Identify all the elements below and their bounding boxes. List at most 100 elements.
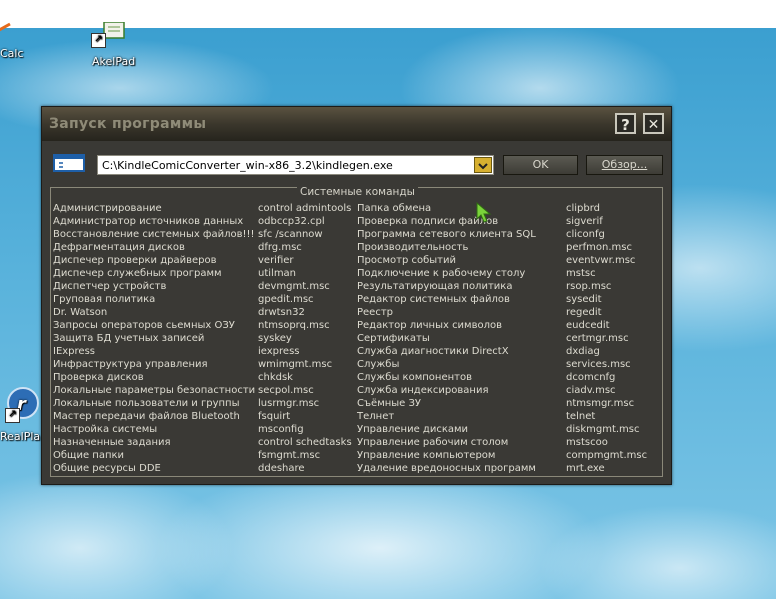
list-item[interactable]: Управление компьютером: [357, 449, 536, 462]
list-item[interactable]: Управление дисками: [357, 423, 536, 436]
list-item[interactable]: Общие папки: [53, 449, 255, 462]
list-item[interactable]: Диспечер служебных программ: [53, 267, 255, 280]
list-item[interactable]: rsop.msc: [566, 280, 647, 293]
run-program-icon: [52, 153, 86, 173]
list-item[interactable]: sigverif: [566, 215, 647, 228]
list-item[interactable]: sysedit: [566, 293, 647, 306]
list-item[interactable]: Проверка подписи файлов: [357, 215, 536, 228]
list-item[interactable]: Управление рабочим столом: [357, 436, 536, 449]
list-item[interactable]: chkdsk: [258, 371, 352, 384]
ok-button[interactable]: OK: [503, 155, 578, 175]
list-item[interactable]: Локальные параметры безопастности: [53, 384, 255, 397]
list-item[interactable]: mstsc: [566, 267, 647, 280]
list-item[interactable]: sfc /scannow: [258, 228, 352, 241]
list-item[interactable]: Результатирующая политика: [357, 280, 536, 293]
list-item[interactable]: perfmon.msc: [566, 241, 647, 254]
list-item[interactable]: Папка обмена: [357, 202, 536, 215]
command-combobox[interactable]: C:\KindleComicConverter_win-x86_3.2\kind…: [97, 155, 494, 175]
desktop-icon-label: Calc: [0, 47, 24, 60]
list-item[interactable]: Службы: [357, 358, 536, 371]
list-item[interactable]: Программа сетевого клиента SQL: [357, 228, 536, 241]
desktop-icon-realplayer[interactable]: r ↗ RealPla: [0, 384, 42, 444]
list-item[interactable]: wmimgmt.msc: [258, 358, 352, 371]
list-item[interactable]: Защита БД учетных записей: [53, 332, 255, 345]
list-item[interactable]: Телнет: [357, 410, 536, 423]
list-item[interactable]: cliconfg: [566, 228, 647, 241]
list-item[interactable]: drwtsn32: [258, 306, 352, 319]
list-item[interactable]: Реестр: [357, 306, 536, 319]
list-item[interactable]: diskmgmt.msc: [566, 423, 647, 436]
list-item[interactable]: syskey: [258, 332, 352, 345]
list-item[interactable]: Мастер передачи файлов Bluetooth: [53, 410, 255, 423]
list-item[interactable]: Общие ресурсы DDE: [53, 462, 255, 475]
list-item[interactable]: eudcedit: [566, 319, 647, 332]
list-item[interactable]: Локальные пользователи и группы: [53, 397, 255, 410]
list-item[interactable]: clipbrd: [566, 202, 647, 215]
command-input[interactable]: C:\KindleComicConverter_win-x86_3.2\kind…: [102, 159, 393, 172]
list-item[interactable]: ntmsoprq.msc: [258, 319, 352, 332]
list-item[interactable]: Службы компонентов: [357, 371, 536, 384]
list-item[interactable]: lusrmgr.msc: [258, 397, 352, 410]
list-item[interactable]: devmgmt.msc: [258, 280, 352, 293]
list-item[interactable]: odbccp32.cpl: [258, 215, 352, 228]
list-item[interactable]: Груповая политика: [53, 293, 255, 306]
desktop-icon-calc[interactable]: Calc: [0, 22, 40, 68]
list-item[interactable]: secpol.msc: [258, 384, 352, 397]
list-item[interactable]: Проверка дисков: [53, 371, 255, 384]
list-item[interactable]: Удаление вредоносных программ: [357, 462, 536, 475]
title-bar[interactable]: Запуск программы ? ✕: [42, 107, 671, 141]
desktop-icon-akelpad[interactable]: ↗ AkelPad: [86, 21, 146, 72]
list-item[interactable]: ddeshare: [258, 462, 352, 475]
help-button[interactable]: ?: [615, 113, 636, 134]
list-item[interactable]: ntmsmgr.msc: [566, 397, 647, 410]
chevron-down-icon[interactable]: [474, 157, 492, 173]
list-item[interactable]: Запросы операторов сьемных ОЗУ: [53, 319, 255, 332]
list-item[interactable]: Назначенные задания: [53, 436, 255, 449]
column-names-2: Папка обмена Проверка подписи файлов Прогр…: [357, 202, 536, 475]
list-item[interactable]: services.msc: [566, 358, 647, 371]
list-item[interactable]: dfrg.msc: [258, 241, 352, 254]
list-item[interactable]: verifier: [258, 254, 352, 267]
list-item[interactable]: dxdiag: [566, 345, 647, 358]
list-item[interactable]: compmgmt.msc: [566, 449, 647, 462]
list-item[interactable]: dcomcnfg: [566, 371, 647, 384]
list-item[interactable]: Администрирование: [53, 202, 255, 215]
list-item[interactable]: Производительность: [357, 241, 536, 254]
browse-button[interactable]: Обзор...: [586, 155, 663, 175]
list-item[interactable]: Администратор источников данных: [53, 215, 255, 228]
list-item[interactable]: mstscoo: [566, 436, 647, 449]
list-item[interactable]: mrt.exe: [566, 462, 647, 475]
list-item[interactable]: Редактор системных файлов: [357, 293, 536, 306]
list-item[interactable]: Восстановление системных файлов!!!: [53, 228, 255, 241]
list-item[interactable]: certmgr.msc: [566, 332, 647, 345]
list-item[interactable]: fsmgmt.msc: [258, 449, 352, 462]
list-item[interactable]: iexpress: [258, 345, 352, 358]
list-item[interactable]: Съёмные ЗУ: [357, 397, 536, 410]
list-item[interactable]: Диспетчер устройств: [53, 280, 255, 293]
list-item[interactable]: fsquirt: [258, 410, 352, 423]
list-item[interactable]: regedit: [566, 306, 647, 319]
list-item[interactable]: Диспечер проверки драйверов: [53, 254, 255, 267]
list-item[interactable]: Сертификаты: [357, 332, 536, 345]
list-item[interactable]: Подключение к рабочему столу: [357, 267, 536, 280]
list-item[interactable]: Инфраструктура управления: [53, 358, 255, 371]
list-item[interactable]: Служба диагностики DirectX: [357, 345, 536, 358]
group-title-text: Системные команды: [297, 186, 418, 198]
list-item[interactable]: gpedit.msc: [258, 293, 352, 306]
list-item[interactable]: Дефрагментация дисков: [53, 241, 255, 254]
list-item[interactable]: Просмотр событий: [357, 254, 536, 267]
list-item[interactable]: utilman: [258, 267, 352, 280]
list-item[interactable]: control admintools: [258, 202, 352, 215]
list-item[interactable]: ciadv.msc: [566, 384, 647, 397]
list-item[interactable]: Dr. Watson: [53, 306, 255, 319]
list-item[interactable]: IExpress: [53, 345, 255, 358]
list-item[interactable]: Служба индексирования: [357, 384, 536, 397]
close-button[interactable]: ✕: [643, 113, 664, 134]
list-item[interactable]: msconfig: [258, 423, 352, 436]
list-item[interactable]: Настройка системы: [53, 423, 255, 436]
list-item[interactable]: Редактор личных символов: [357, 319, 536, 332]
list-item[interactable]: eventvwr.msc: [566, 254, 647, 267]
list-item[interactable]: telnet: [566, 410, 647, 423]
calc-icon: [0, 22, 14, 38]
list-item[interactable]: control schedtasks: [258, 436, 352, 449]
